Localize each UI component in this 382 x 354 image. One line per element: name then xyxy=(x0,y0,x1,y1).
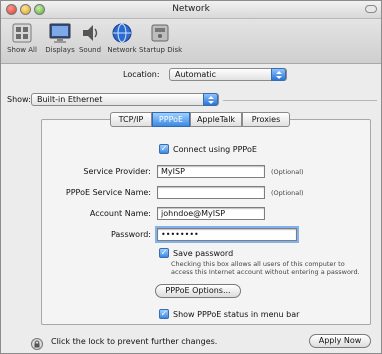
window-title: Network xyxy=(172,4,210,14)
connect-pppoe-label: Connect using PPPoE xyxy=(173,145,257,154)
toolbar-item-startup-disk[interactable]: Startup Disk xyxy=(139,22,183,54)
lock-button[interactable] xyxy=(31,335,43,350)
save-password-checkbox[interactable]: ✓ xyxy=(159,248,169,258)
save-password-label: Save password xyxy=(173,249,234,258)
tab-tcpip[interactable]: TCP/IP xyxy=(110,112,152,127)
account-name-label: Account Name: xyxy=(89,209,151,218)
show-popup[interactable]: Built-in Ethernet xyxy=(31,93,219,106)
location-popup[interactable]: Automatic xyxy=(169,68,287,81)
connect-pppoe-checkbox[interactable]: ✓ xyxy=(159,144,169,154)
show-value: Built-in Ethernet xyxy=(37,95,103,104)
tab-appletalk[interactable]: AppleTalk xyxy=(190,112,242,127)
network-preferences-window: Network Show All Displays Sound Network … xyxy=(0,0,382,354)
location-value: Automatic xyxy=(175,70,217,79)
toolbar-toggle-button[interactable] xyxy=(365,5,377,13)
show-all-icon xyxy=(12,23,32,43)
apply-now-button[interactable]: Apply Now xyxy=(309,334,371,348)
title-bar: Network xyxy=(1,1,381,19)
sound-icon xyxy=(83,25,98,41)
service-provider-optional-hint: (Optional) xyxy=(271,168,304,176)
lock-message: Click the lock to prevent further change… xyxy=(51,337,218,346)
divider xyxy=(223,100,377,101)
toolbar-item-label: Startup Disk xyxy=(139,46,183,54)
service-name-field[interactable] xyxy=(157,186,265,199)
password-label: Password: xyxy=(110,230,151,239)
show-label: Show: xyxy=(7,95,31,104)
password-field[interactable]: •••••••• xyxy=(155,226,299,243)
service-name-label: PPPoE Service Name: xyxy=(65,188,151,197)
toolbar-item-label: Show All xyxy=(7,46,37,54)
toolbar-item-show-all[interactable]: Show All xyxy=(1,22,43,54)
toolbar-item-network[interactable]: Network xyxy=(101,22,143,54)
service-provider-label: Service Provider: xyxy=(83,167,151,176)
network-icon xyxy=(112,23,132,43)
show-status-label: Show PPPoE status in menu bar xyxy=(173,310,300,319)
toolbar-item-label: Network xyxy=(107,46,137,54)
tab-pppoe[interactable]: PPPoE xyxy=(152,112,190,127)
pppoe-options-button[interactable]: PPPoE Options... xyxy=(155,284,241,298)
save-password-note-line-2: access this Internet account without ent… xyxy=(171,268,360,276)
service-name-optional-hint: (Optional) xyxy=(271,189,304,197)
save-password-note-line-1: Checking this box allows all users of th… xyxy=(171,260,345,268)
service-provider-field[interactable]: MyISP xyxy=(157,165,265,178)
account-name-field[interactable]: johndoe@MyISP xyxy=(157,207,265,220)
startup-disk-icon xyxy=(151,24,169,42)
lock-icon xyxy=(31,338,43,350)
popup-arrows-icon xyxy=(271,68,286,81)
location-label: Location: xyxy=(123,70,160,79)
tab-proxies[interactable]: Proxies xyxy=(242,112,290,127)
show-status-checkbox[interactable]: ✓ xyxy=(159,309,169,319)
popup-arrows-icon xyxy=(203,93,218,106)
toolbar: Show All Displays Sound Network Startup … xyxy=(1,19,381,64)
